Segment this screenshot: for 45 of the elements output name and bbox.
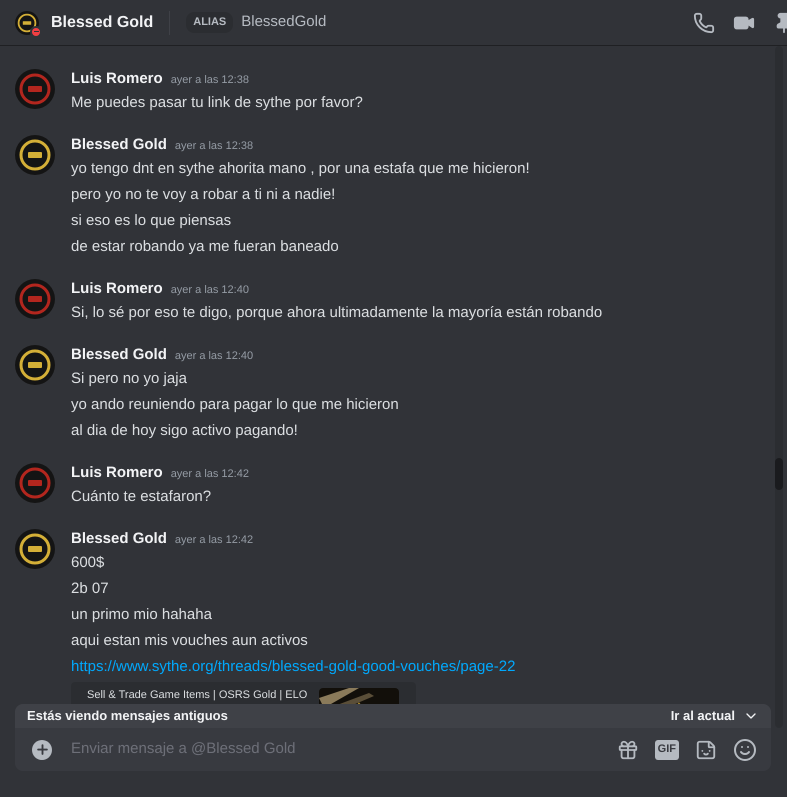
emoji-button[interactable] xyxy=(733,738,757,762)
gift-button[interactable] xyxy=(616,738,639,760)
embed-site-name: Sell & Trade Game Items | OSRS Gold | ELO xyxy=(87,688,308,702)
message-text: si eso es lo que piensas xyxy=(71,211,232,231)
message-text: yo ando reuniendo para pagar lo que me hicieron xyxy=(71,395,399,415)
old-messages-text: Estás viendo mensajes antiguos xyxy=(27,707,228,726)
timestamp: ayer a las 12:42 xyxy=(174,533,254,548)
message-text: Me puedes pasar tu link de sythe por favor? xyxy=(71,93,363,113)
timestamp: ayer a las 12:40 xyxy=(170,283,249,298)
message-text: un primo mio hahaha xyxy=(71,605,213,625)
message-text: al dia de hoy sigo activo pagando! xyxy=(71,421,299,441)
voice-call-button[interactable] xyxy=(693,12,715,34)
gif-button[interactable]: GIF xyxy=(654,740,679,760)
timestamp: ayer a las 12:42 xyxy=(170,467,249,482)
message-text: Si pero no yo jaja xyxy=(71,369,188,389)
timestamp: ayer a las 12:40 xyxy=(174,349,254,364)
alias-badge: ALIAS xyxy=(186,12,234,33)
author-name[interactable]: Luis Romero xyxy=(71,462,163,484)
message-text: aqui estan mis vouches aun activos xyxy=(71,631,309,651)
message-text: Cuánto te estafaron? xyxy=(71,487,212,507)
add-attachment-button[interactable] xyxy=(32,740,52,760)
message-link[interactable]: https://www.sythe.org/threads/blessed-gold-good-vouches/page-22 xyxy=(71,654,516,680)
scrollbar-thumb[interactable] xyxy=(775,458,783,490)
jump-to-present-button[interactable]: Ir al actual xyxy=(670,706,759,726)
message-text: yo tengo dnt en sythe ahorita mano , por una estafa que me hicieron! xyxy=(71,159,530,179)
channel-name: Blessed Gold xyxy=(51,12,154,32)
alias-name: BlessedGold xyxy=(241,12,326,32)
plus-icon xyxy=(34,742,50,757)
author-name[interactable]: Blessed Gold xyxy=(71,344,167,366)
author-name[interactable]: Luis Romero xyxy=(71,278,163,300)
avatar[interactable] xyxy=(15,529,55,569)
avatar[interactable] xyxy=(15,135,55,175)
message-text: pero yo no te voy a robar a ti ni a nadie! xyxy=(71,185,336,205)
timestamp: ayer a las 12:38 xyxy=(170,73,249,88)
author-name[interactable]: Luis Romero xyxy=(71,68,163,90)
message-text: 2b 07 xyxy=(71,579,110,599)
avatar[interactable] xyxy=(15,345,55,385)
message-text: de estar robando ya me fueran baneado xyxy=(71,237,340,257)
sticker-button[interactable] xyxy=(695,738,717,760)
message-text: 600$ xyxy=(71,553,106,573)
timestamp: ayer a las 12:38 xyxy=(174,139,254,154)
message-text: Si, lo sé por eso te digo, porque ahora ultimadamente la mayoría están robando xyxy=(71,303,602,323)
author-name[interactable]: Blessed Gold xyxy=(71,134,167,156)
author-name[interactable]: Blessed Gold xyxy=(71,528,167,550)
message-composer[interactable]: Enviar mensaje a @Blessed Gold GIF xyxy=(15,728,771,771)
